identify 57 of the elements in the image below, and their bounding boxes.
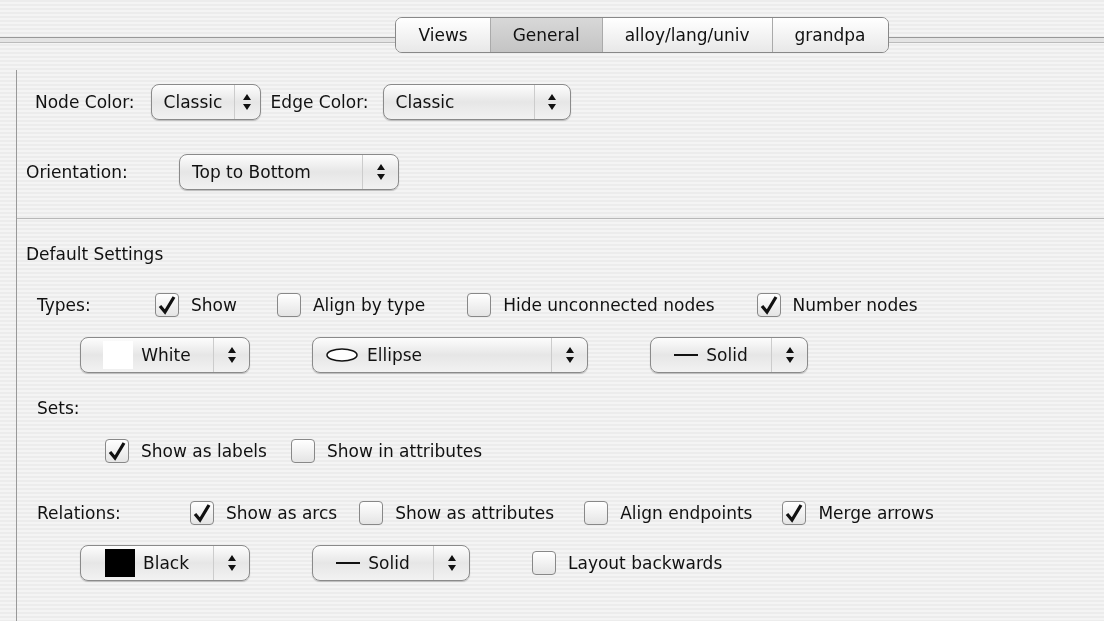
- up-down-arrows-icon: [547, 93, 558, 111]
- row-label: Relations:: [37, 503, 122, 523]
- checkbox[interactable]: [756, 293, 781, 317]
- field-label: Node Color:: [35, 92, 135, 112]
- dropdown[interactable]: Solid: [650, 337, 808, 373]
- checkbox-label: Show as attributes: [395, 503, 555, 523]
- checkbox[interactable]: [782, 501, 807, 525]
- field-label: Orientation:: [26, 162, 129, 182]
- checkbox-label: Number nodes: [792, 295, 918, 315]
- solid-line-icon: [336, 561, 361, 565]
- dropdown[interactable]: Top to Bottom: [179, 154, 399, 190]
- checkbox-label: Align by type: [312, 295, 426, 315]
- checkmark-icon: [784, 503, 805, 523]
- checkbox-label: Show as arcs: [226, 503, 338, 523]
- checkbox[interactable]: [155, 293, 179, 317]
- checkbox[interactable]: [584, 501, 609, 525]
- checkbox-label: Merge arrows: [818, 503, 934, 523]
- up-down-arrows-icon: [375, 163, 386, 181]
- tab[interactable]: Views: [396, 18, 490, 52]
- up-down-arrows-icon: [784, 346, 795, 364]
- checkbox-label: Show as labels: [141, 441, 267, 461]
- dropdown[interactable]: White: [80, 337, 250, 373]
- checkmark-icon: [192, 503, 212, 523]
- dropdown[interactable]: Solid: [312, 545, 470, 581]
- up-down-arrows-icon: [242, 93, 253, 111]
- dropdown[interactable]: Ellipse: [312, 337, 588, 373]
- checkbox[interactable]: [190, 501, 214, 525]
- checkbox[interactable]: [105, 439, 129, 463]
- tab[interactable]: grandpa: [771, 18, 888, 52]
- tab[interactable]: alloy/lang/univ: [601, 18, 772, 52]
- checkbox-label: Show: [191, 295, 237, 315]
- section-title: Default Settings: [26, 244, 164, 264]
- row-label: Sets:: [37, 398, 80, 418]
- checkbox-label: Show in attributes: [326, 441, 483, 461]
- row-label: Types:: [37, 295, 92, 315]
- checkbox[interactable]: [359, 501, 384, 525]
- checkbox[interactable]: [467, 293, 492, 317]
- checkmark-icon: [758, 295, 779, 315]
- dropdown[interactable]: Classic: [150, 84, 261, 120]
- checkbox-label: Hide unconnected nodes: [503, 295, 715, 315]
- up-down-arrows-icon: [564, 346, 575, 364]
- checkbox[interactable]: [276, 293, 301, 317]
- dropdown[interactable]: Classic: [382, 84, 571, 120]
- checkmark-icon: [107, 441, 127, 461]
- checkbox[interactable]: [532, 551, 556, 575]
- field-label: Edge Color:: [270, 92, 369, 112]
- ellipse-icon: [325, 347, 359, 363]
- checkbox-label: Layout backwards: [568, 553, 723, 573]
- up-down-arrows-icon: [226, 346, 237, 364]
- solid-line-icon: [674, 353, 699, 357]
- tab[interactable]: General: [489, 18, 602, 52]
- up-down-arrows-icon: [446, 554, 457, 572]
- checkbox[interactable]: [290, 439, 315, 463]
- checkbox-label: Align endpoints: [620, 503, 753, 523]
- checkmark-icon: [157, 295, 177, 315]
- dropdown[interactable]: Black: [80, 545, 250, 581]
- up-down-arrows-icon: [226, 554, 237, 572]
